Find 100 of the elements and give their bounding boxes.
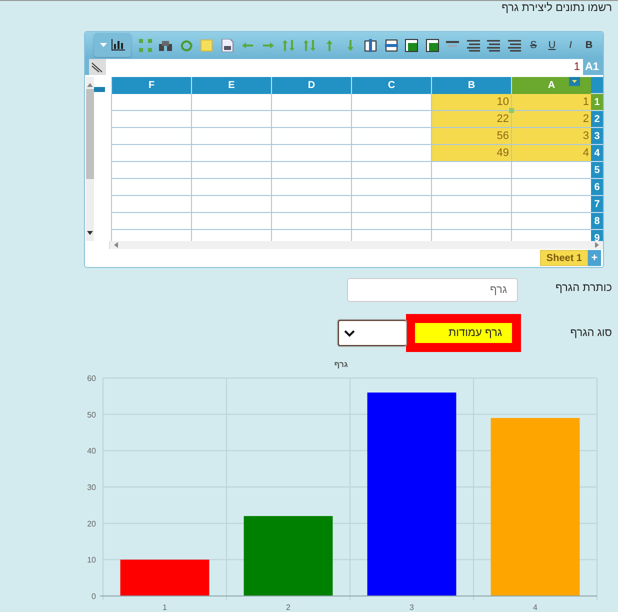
table-cell[interactable] — [271, 196, 351, 213]
horizontal-scrollbar[interactable] — [109, 241, 603, 249]
table-cell[interactable] — [271, 94, 351, 111]
table-cell[interactable] — [191, 145, 271, 162]
column-header[interactable]: E — [191, 77, 271, 94]
scroll-left-icon — [114, 242, 118, 248]
column-header[interactable]: F — [111, 77, 191, 94]
formula-field[interactable]: 1 — [106, 58, 583, 74]
chart-menu-button[interactable] — [94, 33, 131, 57]
table-cell[interactable] — [351, 213, 431, 230]
table-icon[interactable] — [426, 38, 438, 52]
table-cell[interactable] — [431, 213, 511, 230]
scroll-right-icon — [595, 242, 599, 248]
axis-tick-label: 60 — [87, 374, 96, 383]
row-header[interactable]: 6 — [591, 179, 603, 196]
column-header[interactable]: B — [431, 77, 511, 94]
table-cell[interactable] — [191, 111, 271, 128]
note-icon[interactable] — [200, 38, 213, 52]
grid-icon[interactable] — [138, 38, 152, 52]
table-cell[interactable]: 4 — [511, 145, 591, 162]
table-cell[interactable] — [511, 213, 591, 230]
column-header[interactable]: A — [511, 77, 591, 94]
row-header[interactable]: 8 — [591, 213, 603, 230]
row-header[interactable]: 2 — [591, 111, 603, 128]
split-handle[interactable] — [94, 87, 105, 92]
table-cell[interactable]: 2 — [511, 111, 591, 128]
table-cell[interactable] — [111, 145, 191, 162]
format-button[interactable]: U — [546, 40, 558, 50]
table-cell[interactable] — [431, 196, 511, 213]
fill-handle[interactable] — [509, 108, 514, 113]
table-cell[interactable] — [431, 179, 511, 196]
table-cell[interactable] — [271, 128, 351, 145]
align-icon[interactable] — [508, 38, 520, 52]
hatch-icon — [89, 58, 106, 74]
table-cell[interactable] — [351, 196, 431, 213]
table-cell[interactable] — [191, 213, 271, 230]
table-cell[interactable] — [111, 94, 191, 111]
row-header[interactable]: 3 — [591, 128, 603, 145]
table-cell[interactable]: 49 — [431, 145, 511, 162]
table-cell[interactable] — [351, 111, 431, 128]
dropdown-icon[interactable] — [569, 77, 580, 86]
row-header[interactable]: 7 — [591, 196, 603, 213]
table-cell[interactable] — [351, 162, 431, 179]
table-cell[interactable] — [191, 179, 271, 196]
selected-option[interactable]: גרף עמודות — [415, 323, 512, 343]
column-header[interactable]: C — [351, 77, 431, 94]
sort-icon[interactable] — [302, 38, 316, 52]
table-cell[interactable] — [271, 179, 351, 196]
add-sheet-button[interactable]: + — [588, 250, 601, 266]
column-header[interactable]: D — [271, 77, 351, 94]
table-icon[interactable] — [405, 38, 418, 52]
format-button[interactable]: S — [528, 40, 539, 50]
insert-row-icon[interactable] — [384, 38, 398, 52]
title-input[interactable]: גרף — [347, 278, 518, 302]
table-cell[interactable] — [191, 128, 271, 145]
table-cell[interactable] — [111, 162, 191, 179]
row-header[interactable]: 5 — [591, 162, 603, 179]
table-cell[interactable] — [511, 162, 591, 179]
sort-icon[interactable] — [282, 38, 295, 52]
row-header[interactable]: 1 — [591, 94, 603, 111]
chart-type-select[interactable] — [338, 320, 406, 346]
sheet-tab[interactable]: Sheet 1 — [540, 250, 588, 266]
table-cell[interactable] — [191, 162, 271, 179]
table-cell[interactable] — [351, 94, 431, 111]
table-cell[interactable] — [351, 179, 431, 196]
table-cell[interactable] — [351, 145, 431, 162]
align-icon[interactable] — [487, 38, 500, 52]
table-cell[interactable] — [271, 111, 351, 128]
format-button[interactable]: B — [584, 40, 594, 50]
table-cell[interactable]: 56 — [431, 128, 511, 145]
table-cell[interactable]: 1 — [511, 94, 591, 111]
table-cell[interactable] — [351, 128, 431, 145]
image-icon[interactable] — [220, 38, 234, 52]
table-cell[interactable] — [511, 196, 591, 213]
table-cell[interactable] — [111, 128, 191, 145]
corner-header[interactable] — [591, 77, 603, 94]
table-cell[interactable] — [111, 179, 191, 196]
row-header[interactable]: 4 — [591, 145, 603, 162]
insert-column-icon[interactable] — [364, 38, 377, 52]
align-icon[interactable] — [466, 38, 480, 52]
scroll-up-icon — [87, 83, 93, 87]
table-cell[interactable] — [431, 162, 511, 179]
table-cell[interactable] — [111, 111, 191, 128]
table-cell[interactable] — [271, 145, 351, 162]
format-button[interactable]: I — [565, 40, 576, 50]
table-cell[interactable] — [511, 179, 591, 196]
axis-tick-label: 3 — [410, 603, 414, 612]
table-cell[interactable] — [271, 213, 351, 230]
table-cell[interactable] — [111, 213, 191, 230]
table-cell[interactable] — [111, 196, 191, 213]
table-cell[interactable]: 10 — [431, 94, 511, 111]
axis-tick-label: 20 — [87, 519, 96, 528]
table-cell[interactable]: 22 — [431, 111, 511, 128]
table-cell[interactable]: 3 — [511, 128, 591, 145]
table-cell[interactable] — [191, 94, 271, 111]
cell-reference-label: A1 — [584, 60, 600, 72]
row-header[interactable]: 9 — [591, 230, 603, 241]
table-cell[interactable] — [271, 162, 351, 179]
vertical-scrollbar[interactable] — [86, 77, 94, 241]
table-cell[interactable] — [191, 196, 271, 213]
